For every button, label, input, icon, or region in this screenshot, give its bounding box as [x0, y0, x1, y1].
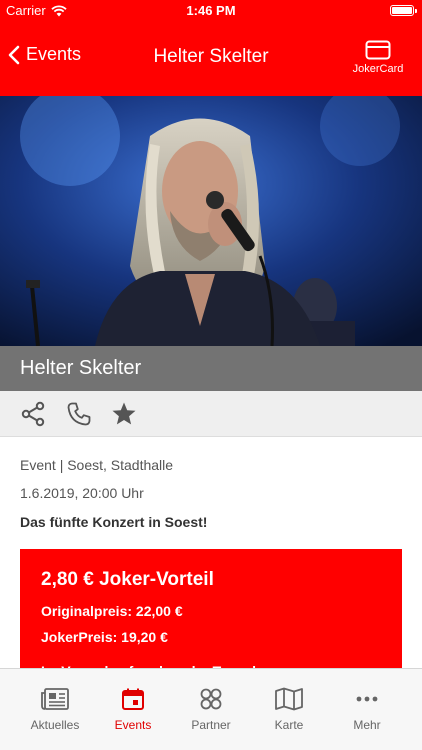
singer-photo	[0, 96, 422, 346]
partner-icon	[200, 688, 222, 710]
tab-events[interactable]: Events	[93, 687, 173, 732]
tab-label: Karte	[274, 718, 304, 732]
calendar-icon	[122, 688, 144, 710]
status-bar: Carrier 1:46 PM	[0, 0, 422, 22]
joker-promo-box: 2,80 € Joker-Vorteil Originalpreis: 22,0…	[20, 549, 402, 679]
page-title: Helter Skelter	[153, 46, 269, 67]
tab-bar: Aktuelles Events Partner Karte Mehr	[0, 668, 422, 750]
tab-label: Mehr	[353, 718, 381, 732]
joker-price: JokerPreis: 19,20 €	[41, 629, 168, 645]
back-button[interactable]: Events	[8, 44, 81, 65]
tab-label: Aktuelles	[30, 718, 80, 732]
event-location: Event | Soest, Stadthalle	[20, 457, 174, 473]
star-icon[interactable]	[111, 401, 137, 427]
tab-karte[interactable]: Karte	[249, 687, 329, 732]
map-icon	[275, 687, 303, 711]
more-icon	[356, 696, 378, 702]
share-icon[interactable]	[20, 401, 46, 427]
event-datetime: 1.6.2019, 20:00 Uhr	[20, 485, 144, 501]
back-label: Events	[26, 44, 82, 64]
promo-title: 2,80 € Joker-Vorteil	[41, 569, 214, 590]
tab-mehr[interactable]: Mehr	[327, 687, 407, 732]
chevron-left-icon	[8, 45, 20, 64]
original-price: Originalpreis: 22,00 €	[41, 603, 183, 619]
jokercard-label: JokerCard	[352, 63, 404, 75]
newspaper-icon	[41, 688, 69, 710]
event-subtitle: Das fünfte Konzert in Soest!	[20, 514, 208, 530]
tab-label: Partner	[191, 718, 231, 732]
action-bar	[0, 391, 422, 437]
status-time: 1:46 PM	[186, 3, 236, 18]
event-title: Helter Skelter	[0, 346, 422, 391]
nav-header: Carrier 1:46 PM Events Helter Skelter Jo…	[0, 0, 422, 96]
event-details: Event | Soest, Stadthalle 1.6.2019, 20:0…	[20, 456, 402, 530]
hero-image	[0, 96, 422, 346]
jokercard-button[interactable]: JokerCard	[348, 40, 408, 75]
tab-label: Events	[114, 718, 152, 732]
tab-partner[interactable]: Partner	[171, 687, 251, 732]
tab-aktuelles[interactable]: Aktuelles	[15, 687, 95, 732]
phone-icon[interactable]	[66, 401, 92, 427]
battery-icon	[390, 5, 417, 16]
card-icon	[365, 40, 391, 60]
